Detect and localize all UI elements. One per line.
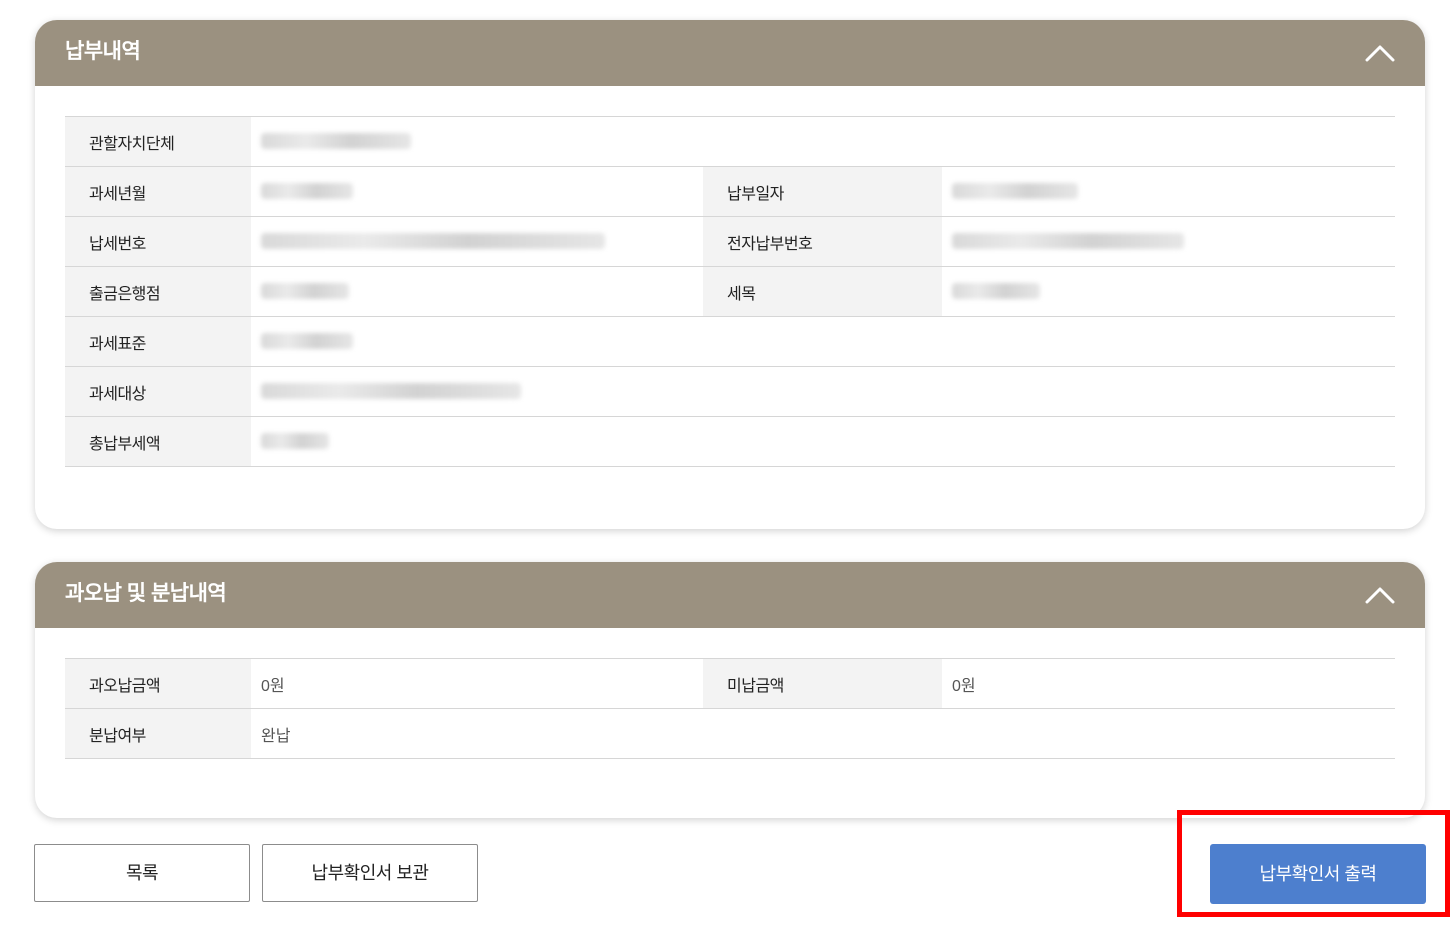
row-label-total-tax: 총납부세액 [65,416,251,467]
payment-details-header[interactable]: 납부내역 [35,20,1425,86]
row-label-overpaid-amount: 과오납금액 [65,658,251,709]
table-row: 과세표준 [65,316,1395,367]
redacted-value [952,183,1078,200]
chevron-up-icon[interactable] [1365,584,1395,606]
payment-details-table: 관할자치단체 과세년월 납부일자 납세번호 전자납부번호 출금은행점 세목 과세… [65,116,1395,467]
tax-object-value [251,366,1395,417]
row-label-installment-status: 분납여부 [65,708,251,759]
row-label-tax-year-month: 과세년월 [65,166,251,217]
tax-year-month-value [251,166,703,217]
overpaid-amount-value: 0원 [251,658,703,709]
redacted-value [952,283,1040,300]
table-row: 관할자치단체 [65,116,1395,167]
row-label-unpaid-amount: 미납금액 [703,658,942,709]
table-row: 분납여부 완납 [65,708,1395,759]
overpayment-title: 과오납 및 분납내역 [65,582,227,605]
redacted-value [952,233,1184,250]
overpayment-header[interactable]: 과오납 및 분납내역 [35,562,1425,628]
table-row: 출금은행점 세목 [65,266,1395,317]
table-row: 과세년월 납부일자 [65,166,1395,217]
overpayment-table: 과오납금액 0원 미납금액 0원 분납여부 완납 [65,658,1395,759]
redacted-value [261,283,349,300]
table-row: 총납부세액 [65,416,1395,467]
row-label-jurisdiction: 관할자치단체 [65,116,251,167]
installment-status-value: 완납 [251,708,1395,759]
electronic-payment-number-value [942,216,1395,267]
highlight-box [1177,810,1450,917]
payment-details-title: 납부내역 [65,40,141,63]
redacted-value [261,183,353,200]
table-row: 과세대상 [65,366,1395,417]
tax-number-value [251,216,703,267]
row-label-tax-object: 과세대상 [65,366,251,417]
withdrawal-bank-value [251,266,703,317]
redacted-value [261,383,521,400]
table-row: 납세번호 전자납부번호 [65,216,1395,267]
row-label-electronic-payment-number: 전자납부번호 [703,216,942,267]
row-label-tax-base: 과세표준 [65,316,251,367]
tax-item-value [942,266,1395,317]
total-tax-value [251,416,1395,467]
row-label-tax-number: 납세번호 [65,216,251,267]
row-label-withdrawal-bank: 출금은행점 [65,266,251,317]
redacted-value [261,133,411,150]
jurisdiction-value [251,116,1395,167]
payment-date-value [942,166,1395,217]
payment-details-panel: 납부내역 관할자치단체 과세년월 납부일자 납세번호 전자납부번호 출금은행점 … [35,20,1425,529]
overpayment-panel: 과오납 및 분납내역 과오납금액 0원 미납금액 0원 분납여부 완납 [35,562,1425,818]
table-row: 과오납금액 0원 미납금액 0원 [65,658,1395,709]
redacted-value [261,233,605,250]
tax-base-value [251,316,1395,367]
row-label-tax-item: 세목 [703,266,942,317]
chevron-up-icon[interactable] [1365,42,1395,64]
list-button[interactable]: 목록 [34,844,250,902]
row-label-payment-date: 납부일자 [703,166,942,217]
redacted-value [261,333,353,350]
redacted-value [261,433,329,450]
unpaid-amount-value: 0원 [942,658,1395,709]
save-certificate-button[interactable]: 납부확인서 보관 [262,844,478,902]
